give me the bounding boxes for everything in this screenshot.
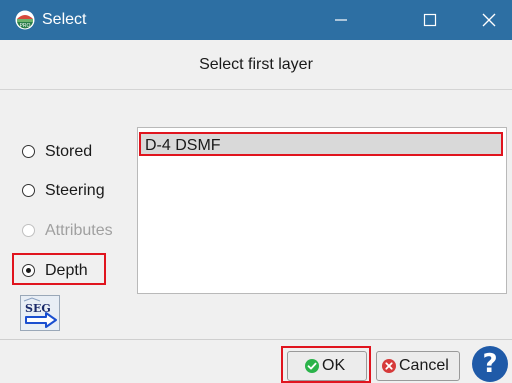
ok-button-label: OK xyxy=(322,357,346,374)
radio-button-icon[interactable] xyxy=(22,145,35,158)
minimize-icon xyxy=(335,19,347,21)
app-icon: PRO xyxy=(15,10,35,30)
ok-button[interactable]: OK xyxy=(287,351,367,381)
radio-label-attributes: Attributes xyxy=(45,222,113,239)
svg-text:PRO: PRO xyxy=(20,23,31,29)
minimize-button[interactable] xyxy=(318,0,364,40)
divider xyxy=(0,89,512,90)
help-button[interactable]: ? xyxy=(472,346,508,382)
radio-label-depth: Depth xyxy=(45,262,88,279)
radio-label-stored: Stored xyxy=(45,143,93,160)
cancel-button[interactable]: Cancel xyxy=(376,351,460,381)
radio-button-checked-icon[interactable] xyxy=(22,264,35,277)
maximize-button[interactable] xyxy=(407,0,453,40)
cancel-button-label: Cancel xyxy=(399,357,449,374)
close-button[interactable] xyxy=(466,0,512,40)
seg-icon[interactable]: SEG xyxy=(20,295,60,331)
bottom-divider xyxy=(0,339,512,340)
radio-label-steering: Steering xyxy=(45,182,105,199)
select-dialog: PRO Select Select first layer Stored Ste… xyxy=(0,0,512,383)
list-item-selected[interactable]: D-4 DSMF xyxy=(139,132,503,156)
cancel-x-icon xyxy=(382,359,396,373)
close-icon xyxy=(482,13,496,27)
title-bar: PRO Select xyxy=(0,0,512,40)
dialog-heading: Select first layer xyxy=(199,56,313,73)
window-title: Select xyxy=(42,11,87,28)
layer-listbox[interactable]: D-4 DSMF xyxy=(137,127,507,294)
radio-button-icon xyxy=(22,224,35,237)
radio-button-icon[interactable] xyxy=(22,184,35,197)
checkmark-icon xyxy=(305,359,319,373)
maximize-icon xyxy=(423,13,437,27)
